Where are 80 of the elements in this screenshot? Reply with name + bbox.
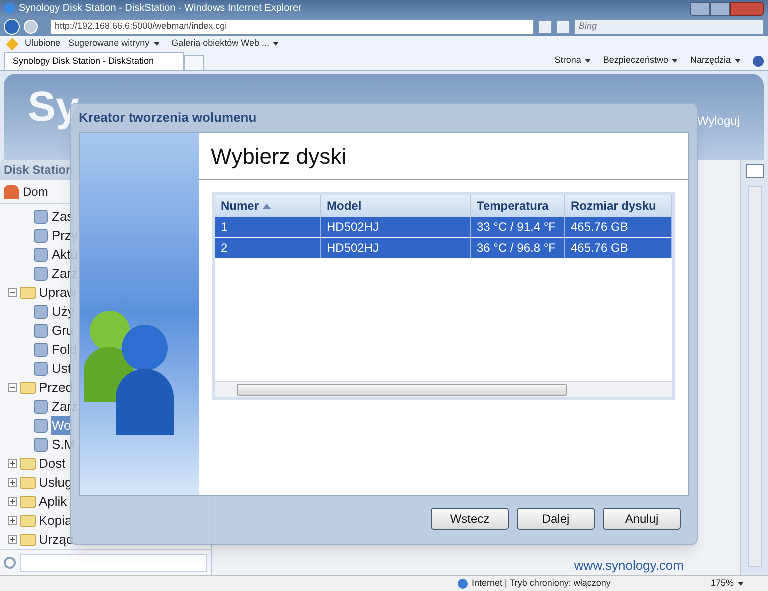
command-menu[interactable]: Narzędzia (690, 54, 745, 68)
item-icon (34, 438, 48, 452)
stop-button[interactable] (556, 20, 570, 34)
folder-icon (20, 514, 36, 526)
zoom-button[interactable]: 175% (710, 576, 748, 590)
expand-icon[interactable] (8, 478, 17, 487)
caret-icon[interactable] (154, 42, 160, 46)
collapse-icon[interactable] (8, 288, 17, 297)
logo-text: Sy (28, 86, 80, 128)
command-menu[interactable]: Bezpieczeństwo (603, 54, 682, 68)
vertical-scrollbar[interactable] (748, 186, 762, 567)
window-title: Synology Disk Station - DiskStation - Windows Internet Explorer (19, 2, 302, 16)
favorites-link[interactable]: Sugerowane witryny (68, 37, 164, 51)
item-icon (34, 248, 48, 262)
item-icon (34, 342, 48, 356)
favorites-button[interactable]: Ulubione (25, 37, 61, 51)
tree-item[interactable]: Przed (38, 378, 74, 398)
expand-icon[interactable] (8, 497, 17, 506)
house-icon (4, 184, 19, 198)
forward-button[interactable] (24, 20, 38, 34)
zone-text: Internet | Tryb chroniony: włączony (472, 576, 611, 590)
item-icon (34, 400, 48, 414)
table-cell: 36 °C / 96.8 °F (471, 238, 565, 258)
item-icon (34, 210, 48, 224)
item-icon (34, 304, 48, 318)
step-heading: Wybierz dyski (211, 142, 346, 171)
back-button[interactable] (4, 18, 20, 34)
tree-item[interactable]: Ust (51, 358, 72, 378)
tree-item[interactable]: Aplik (38, 492, 68, 512)
address-field[interactable]: http://192.168.66.6:5000/webman/index.cgi (50, 18, 534, 34)
caret-icon[interactable] (672, 59, 678, 63)
book-icon[interactable] (746, 164, 764, 178)
caret-icon[interactable] (738, 582, 744, 586)
refresh-button[interactable] (538, 20, 552, 34)
folder-icon (20, 496, 36, 508)
table-row[interactable]: 1 HD502HJ 33 °C / 91.4 °F 465.76 GB (215, 217, 672, 238)
folder-icon (20, 534, 36, 546)
command-menu[interactable]: Strona (554, 54, 596, 68)
browser-icon (4, 3, 15, 14)
item-icon (34, 266, 48, 280)
maximize-button[interactable] (710, 2, 730, 16)
table-cell: HD502HJ (321, 217, 471, 237)
table-row[interactable]: 2 HD502HJ 36 °C / 96.8 °F 465.76 GB (215, 238, 672, 259)
folder-icon (20, 476, 36, 488)
table-cell: HD502HJ (321, 238, 471, 258)
item-icon (34, 228, 48, 242)
caret-icon[interactable] (735, 59, 741, 63)
globe-icon (458, 578, 468, 588)
folder-icon (20, 286, 36, 298)
item-icon (34, 324, 48, 338)
table-cell: 33 °C / 91.4 °F (471, 217, 565, 237)
dialog-title: Kreator tworzenia wolumenu (79, 109, 257, 128)
help-icon[interactable] (753, 56, 764, 66)
favorites-link[interactable]: Galeria obiektów Web ... (172, 37, 284, 51)
tree-search-field[interactable] (20, 554, 207, 572)
wizard-button[interactable]: Wstecz (431, 508, 509, 530)
expand-icon[interactable] (8, 516, 17, 525)
item-icon (34, 362, 48, 376)
website-link[interactable]: www.synology.com (574, 559, 684, 575)
search-field[interactable]: Bing (574, 18, 764, 34)
folder-icon (20, 382, 36, 394)
expand-icon[interactable] (8, 535, 17, 544)
folder-icon (20, 458, 36, 470)
caret-icon[interactable] (585, 59, 592, 63)
home-button[interactable]: Dom (4, 182, 48, 200)
table-cell: 2 (215, 238, 321, 258)
horizontal-scrollbar[interactable] (215, 381, 672, 397)
item-icon (34, 418, 48, 432)
wizard-button[interactable]: Anuluj (603, 508, 681, 530)
search-icon (4, 556, 16, 568)
wizard-button[interactable]: Dalej (517, 508, 595, 530)
browser-tab[interactable]: Synology Disk Station - DiskStation (4, 52, 184, 70)
minimize-button[interactable] (690, 2, 710, 16)
table-cell: 465.76 GB (565, 238, 672, 258)
collapse-icon[interactable] (8, 383, 17, 392)
expand-icon[interactable] (8, 459, 17, 468)
tree-item[interactable]: Dost (38, 454, 67, 474)
table-cell: 1 (215, 217, 321, 237)
caret-icon[interactable] (273, 42, 280, 46)
table-cell: 465.76 GB (565, 217, 672, 237)
